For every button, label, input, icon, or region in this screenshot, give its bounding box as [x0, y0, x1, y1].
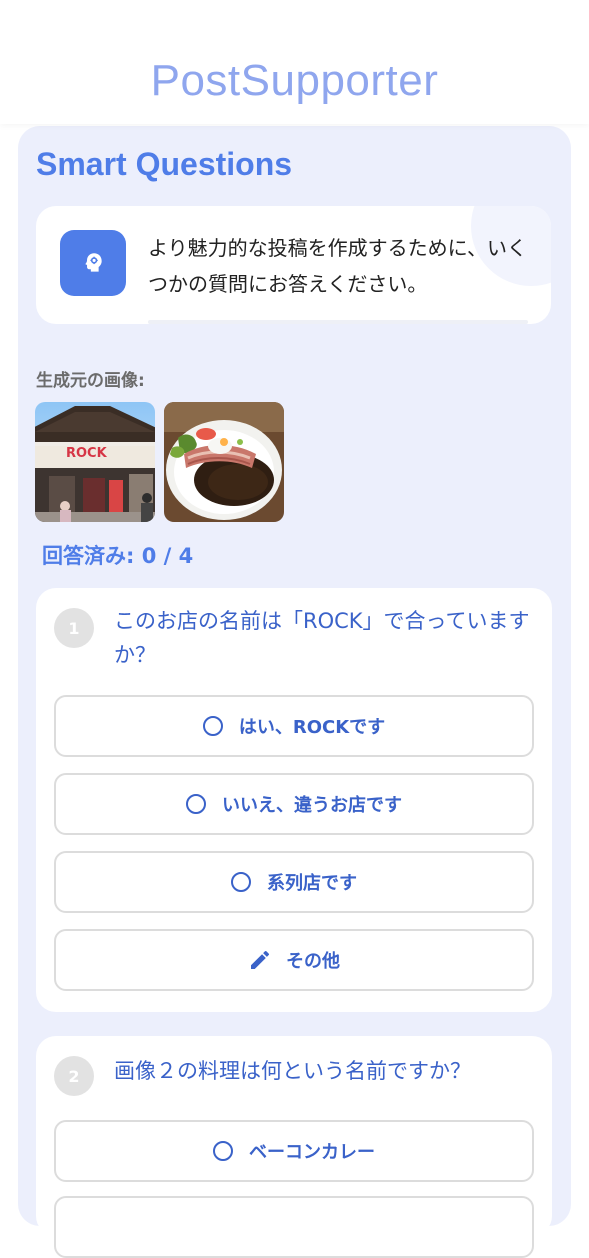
- source-images-label: 生成元の画像:: [36, 371, 145, 391]
- svg-text:ROCK: ROCK: [66, 446, 108, 461]
- option-other[interactable]: その他: [54, 929, 534, 991]
- intro-underline: [148, 320, 528, 324]
- option-label: 系列店です: [267, 873, 357, 894]
- radio-empty-icon: [213, 1141, 233, 1161]
- app-header: PostSupporter: [0, 0, 589, 124]
- intro-card: より魅力的な投稿を作成するために、いくつかの質問にお答えください。: [36, 206, 551, 324]
- option-label: その他: [286, 951, 340, 972]
- app-title: PostSupporter: [150, 56, 439, 105]
- radio-empty-icon: [186, 794, 206, 814]
- option-different-shop[interactable]: いいえ、違うお店です: [54, 773, 534, 835]
- radio-empty-icon: [202, 716, 223, 736]
- question-card-1: 1 このお店の名前は「ROCK」で合っていますか？ はい、ROCKです いいえ、…: [36, 588, 552, 1012]
- question-number-badge: 2: [54, 1056, 94, 1096]
- question-text: このお店の名前は「ROCK」で合っていますか？: [114, 609, 530, 667]
- source-image-dish[interactable]: [164, 402, 284, 522]
- section-title: Smart Questions: [36, 146, 293, 182]
- option-bacon-curry[interactable]: ベーコンカレー: [54, 1120, 534, 1182]
- answered-progress: 回答済み: 0 / 4: [42, 544, 194, 568]
- pencil-icon: [248, 948, 272, 972]
- option-label: いいえ、違うお店です: [222, 795, 402, 816]
- source-image-storefront[interactable]: ROCK: [35, 402, 155, 522]
- option-yes-rock[interactable]: はい、ROCKです: [54, 695, 534, 757]
- option-next-partial[interactable]: [54, 1196, 534, 1258]
- option-label: はい、ROCKです: [238, 717, 386, 738]
- question-card-2: 2 画像２の料理は何という名前ですか？ ベーコンカレー: [36, 1036, 552, 1258]
- question-text: 画像２の料理は何という名前ですか？: [114, 1059, 471, 1083]
- intro-text: より魅力的な投稿を作成するために、いくつかの質問にお答えください。: [148, 236, 527, 296]
- question-number-badge: 1: [54, 608, 94, 648]
- radio-empty-icon: [231, 872, 251, 892]
- option-label: ベーコンカレー: [249, 1142, 375, 1163]
- option-affiliate-shop[interactable]: 系列店です: [54, 851, 534, 913]
- brain-gear-icon: [60, 230, 126, 296]
